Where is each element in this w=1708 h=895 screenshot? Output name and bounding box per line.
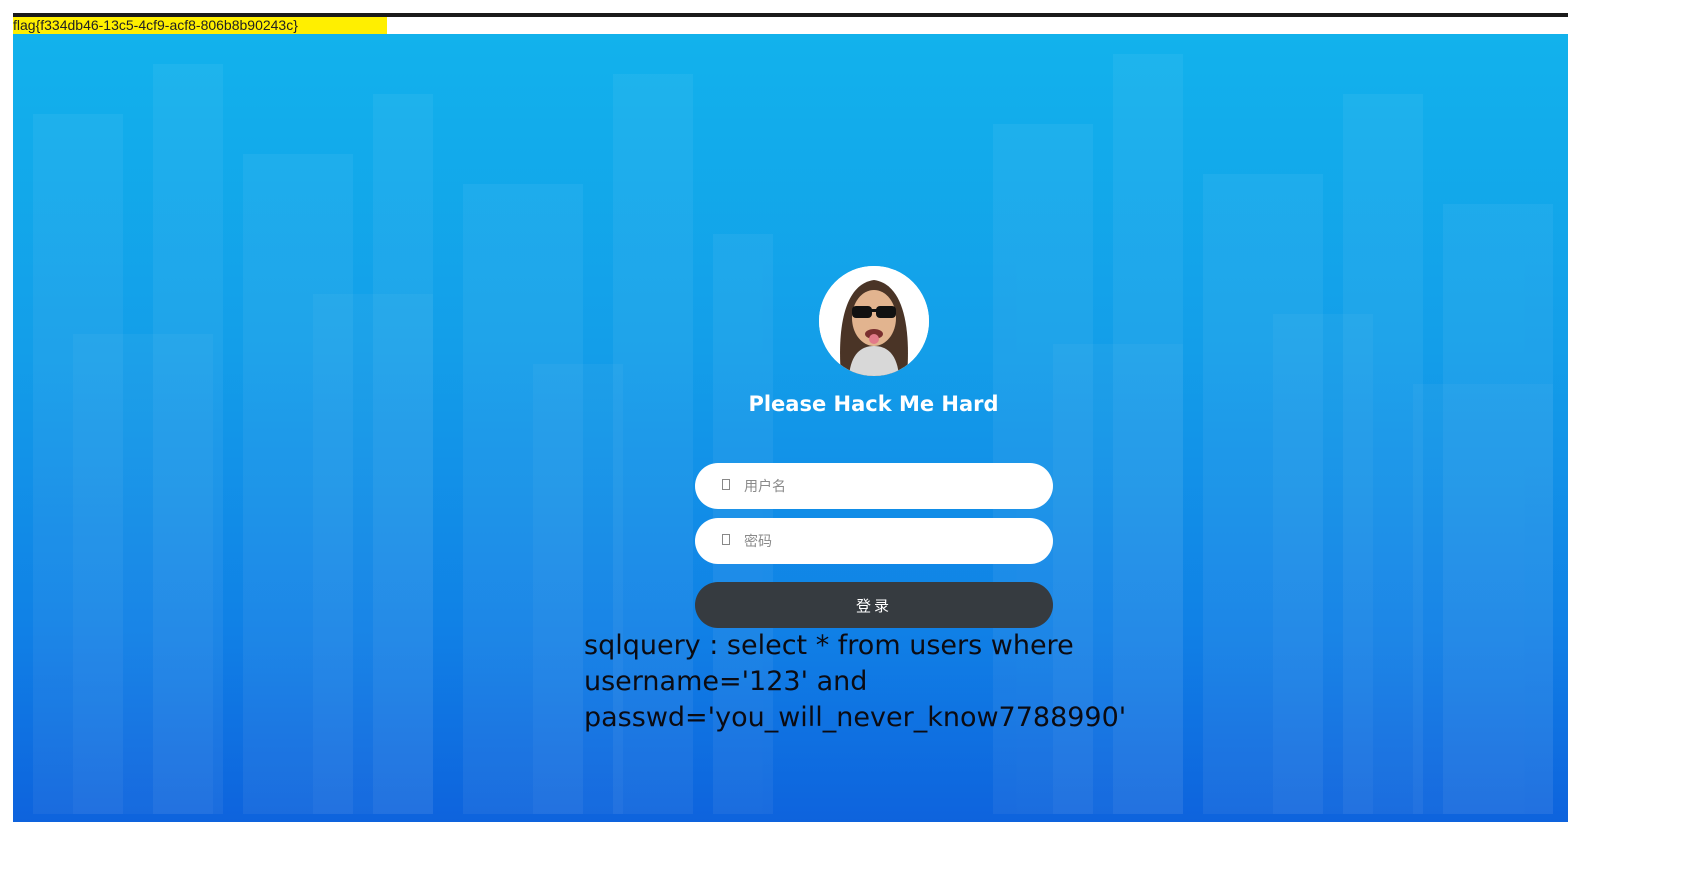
password-input[interactable] xyxy=(742,518,1036,566)
login-button[interactable]: 登录 xyxy=(695,582,1053,628)
sql-query-line-1: sqlquery : select * from users where xyxy=(584,630,1074,661)
user-icon xyxy=(722,479,730,490)
sql-query-line-2: username='123' and xyxy=(584,666,868,697)
username-field[interactable] xyxy=(695,463,1053,511)
flag-text: flag{f334db46-13c5-4cf9-acf8-806b8b90243… xyxy=(13,17,298,33)
username-input[interactable] xyxy=(742,463,1036,511)
login-title: Please Hack Me Hard xyxy=(748,392,999,416)
sql-query-line-3: passwd='you_will_never_know7788990' xyxy=(584,702,1127,733)
password-field[interactable] xyxy=(695,518,1053,566)
sql-query-output: sqlquery : select * from users where use… xyxy=(584,628,1224,736)
avatar-photo-icon xyxy=(819,266,929,376)
avatar xyxy=(819,266,929,376)
lock-icon xyxy=(722,534,730,545)
